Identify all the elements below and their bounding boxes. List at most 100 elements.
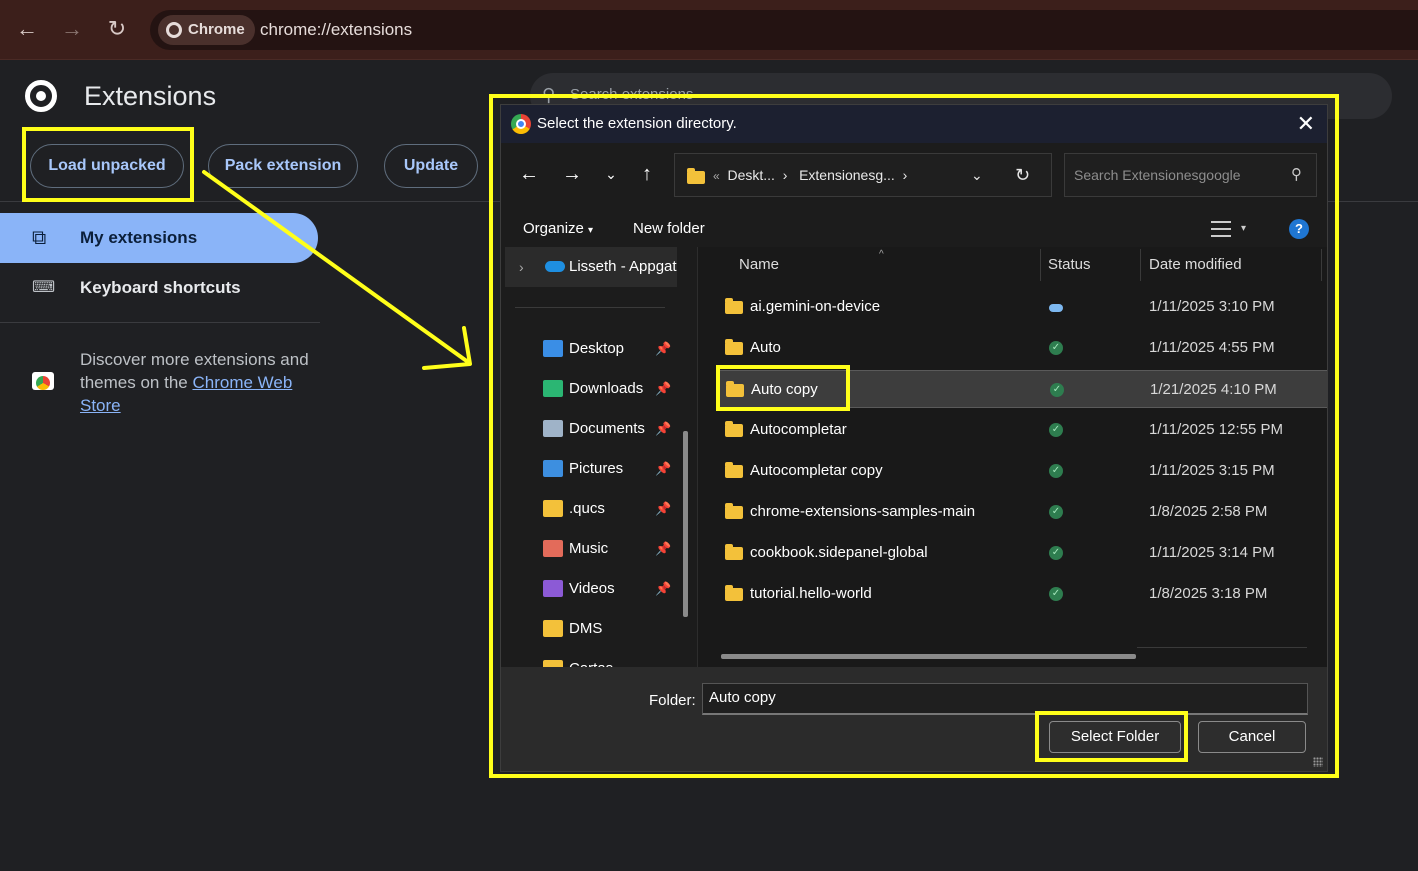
- search-icon: ⚲: [542, 85, 556, 105]
- nav-item-label: Documents: [569, 420, 645, 437]
- pin-icon[interactable]: 📌: [655, 449, 671, 489]
- nav-item-qucs[interactable]: .qucs 📌: [501, 489, 681, 529]
- nav-item-onedrive[interactable]: › Lisseth - Appgat: [505, 247, 677, 287]
- file-row[interactable]: ai.gemini-on-device 1/11/2025 3:10 PM: [717, 288, 1327, 326]
- synced-check-icon: ✓: [1049, 464, 1063, 478]
- folder-icon: [687, 168, 705, 184]
- folder-label: Folder:: [649, 692, 696, 709]
- dialog-toolbar: Organize ▾ New folder ▾ ?: [501, 211, 1327, 247]
- help-icon[interactable]: ?: [1289, 219, 1309, 239]
- file-row[interactable]: Auto ✓ 1/11/2025 4:55 PM: [717, 329, 1327, 367]
- chip-label: Chrome: [188, 21, 245, 38]
- file-name: tutorial.hello-world: [750, 585, 872, 602]
- sidebar-item-keyboard-shortcuts[interactable]: ⌨ Keyboard shortcuts: [0, 263, 318, 313]
- nav-item-cartas[interactable]: Cartas: [501, 649, 681, 667]
- column-divider[interactable]: [1040, 249, 1041, 281]
- nav-item-documents[interactable]: Documents 📌: [501, 409, 681, 449]
- nav-item-dms[interactable]: DMS: [501, 609, 681, 649]
- column-status-header[interactable]: Status: [1048, 247, 1091, 283]
- nav-scrollbar[interactable]: [683, 431, 688, 617]
- view-options-icon[interactable]: [1211, 221, 1231, 237]
- file-name: ai.gemini-on-device: [750, 298, 881, 315]
- chrome-icon: [511, 114, 531, 134]
- up-arrow-icon[interactable]: ↑: [635, 163, 659, 186]
- nav-item-videos[interactable]: Videos 📌: [501, 569, 681, 609]
- file-name: Autocompletar copy: [750, 462, 883, 479]
- folder-search-placeholder: Search Extensionesgoogle: [1074, 167, 1241, 183]
- browser-toolbar: ← → ↻ Chrome chrome://extensions: [0, 0, 1418, 60]
- synced-check-icon: ✓: [1049, 423, 1063, 437]
- pin-icon[interactable]: 📌: [655, 369, 671, 409]
- new-folder-button[interactable]: New folder: [633, 211, 705, 247]
- refresh-icon[interactable]: ↻: [1015, 154, 1030, 196]
- nav-item-label: Downloads: [569, 380, 644, 397]
- folder-icon: [543, 580, 563, 597]
- recent-locations-chevron-icon[interactable]: ⌄: [599, 166, 623, 183]
- folder-icon: [726, 381, 744, 397]
- file-row[interactable]: chrome-extensions-samples-main ✓ 1/8/2025 …: [717, 493, 1327, 531]
- load-unpacked-button[interactable]: Load unpacked: [30, 144, 184, 188]
- pin-icon[interactable]: 📌: [655, 529, 671, 569]
- select-folder-button[interactable]: Select Folder: [1049, 721, 1181, 753]
- dialog-title: Select the extension directory.: [537, 115, 737, 132]
- nav-item-downloads[interactable]: Downloads 📌: [501, 369, 681, 409]
- file-date: 1/8/2025 3:18 PM: [1149, 585, 1268, 602]
- chrome-chip[interactable]: Chrome: [158, 15, 255, 45]
- nav-item-label: Cartas: [569, 649, 613, 667]
- pin-icon[interactable]: 📌: [655, 569, 671, 609]
- column-date-header[interactable]: Date modified: [1149, 247, 1242, 283]
- close-icon[interactable]: ✕: [1297, 105, 1315, 143]
- sidebar-item-my-extensions[interactable]: ⧉ My extensions: [0, 213, 318, 263]
- folder-icon: [543, 540, 563, 557]
- pin-icon[interactable]: 📌: [655, 409, 671, 449]
- back-arrow-icon[interactable]: ←: [517, 163, 541, 186]
- omnibox[interactable]: Chrome chrome://extensions: [150, 10, 1418, 50]
- column-divider[interactable]: [1321, 249, 1322, 281]
- file-row[interactable]: Autocompletar ✓ 1/11/2025 12:55 PM: [717, 411, 1327, 449]
- cancel-button[interactable]: Cancel: [1198, 721, 1306, 753]
- reload-icon[interactable]: ↻: [102, 14, 132, 44]
- url-text[interactable]: chrome://extensions: [260, 10, 412, 50]
- caret-down-icon[interactable]: ▾: [1241, 211, 1246, 247]
- forward-arrow-icon[interactable]: →: [560, 163, 584, 186]
- nav-item-desktop[interactable]: Desktop 📌: [501, 329, 681, 369]
- horizontal-scrollbar[interactable]: [721, 654, 1136, 659]
- pane-divider[interactable]: [697, 247, 698, 667]
- file-list: ^ Name Status Date modified ai.gemini-on…: [699, 247, 1327, 667]
- update-button[interactable]: Update: [384, 144, 478, 188]
- folder-icon: [543, 340, 563, 357]
- file-name: cookbook.sidepanel-global: [750, 544, 928, 561]
- sidebar-divider: [0, 322, 320, 323]
- nav-item-pictures[interactable]: Pictures 📌: [501, 449, 681, 489]
- address-row: ← → ⌄ ↑ « Deskt... › Extensionesg... › ⌄…: [501, 143, 1327, 211]
- breadcrumb-item[interactable]: Deskt...: [727, 167, 774, 183]
- folder-name-input[interactable]: Auto copy: [702, 683, 1308, 715]
- pin-icon[interactable]: 📌: [655, 489, 671, 529]
- folder-search-input[interactable]: Search Extensionesgoogle ⚲: [1064, 153, 1317, 197]
- nav-item-label: DMS: [569, 620, 603, 637]
- pin-icon[interactable]: 📌: [655, 329, 671, 369]
- chevron-right-icon[interactable]: ›: [519, 247, 524, 287]
- search-placeholder: Search extensions: [570, 86, 694, 103]
- navigation-pane: › Lisseth - Appgat Desktop 📌 Downloads 📌 Doc…: [501, 247, 697, 667]
- column-divider[interactable]: [1140, 249, 1141, 281]
- scroll-track: [1137, 647, 1307, 648]
- resize-grip-icon[interactable]: [1313, 757, 1323, 767]
- path-dropdown-chevron-icon[interactable]: ⌄: [971, 154, 983, 196]
- file-date: 1/11/2025 3:14 PM: [1149, 544, 1275, 561]
- path-breadcrumb[interactable]: « Deskt... › Extensionesg... › ⌄ ↻: [674, 153, 1052, 197]
- forward-arrow-icon[interactable]: →: [57, 14, 87, 44]
- folder-icon: [725, 585, 743, 601]
- file-row[interactable]: cookbook.sidepanel-global ✓ 1/11/2025 3:14…: [717, 534, 1327, 572]
- nav-item-music[interactable]: Music 📌: [501, 529, 681, 569]
- file-row[interactable]: Autocompletar copy ✓ 1/11/2025 3:15 PM: [717, 452, 1327, 490]
- sidebar-item-label: Keyboard shortcuts: [80, 278, 241, 297]
- column-name-header[interactable]: Name: [739, 247, 779, 283]
- file-row[interactable]: Auto copy ✓ 1/21/2025 4:10 PM: [717, 370, 1327, 408]
- file-row[interactable]: tutorial.hello-world ✓ 1/8/2025 3:18 PM: [717, 575, 1327, 613]
- back-arrow-icon[interactable]: ←: [12, 14, 42, 44]
- pack-extension-button[interactable]: Pack extension: [208, 144, 358, 188]
- breadcrumb-item[interactable]: Extensionesg...: [799, 167, 895, 183]
- breadcrumb-path: « Deskt... › Extensionesg... ›: [713, 167, 908, 183]
- organize-menu[interactable]: Organize ▾: [523, 211, 593, 249]
